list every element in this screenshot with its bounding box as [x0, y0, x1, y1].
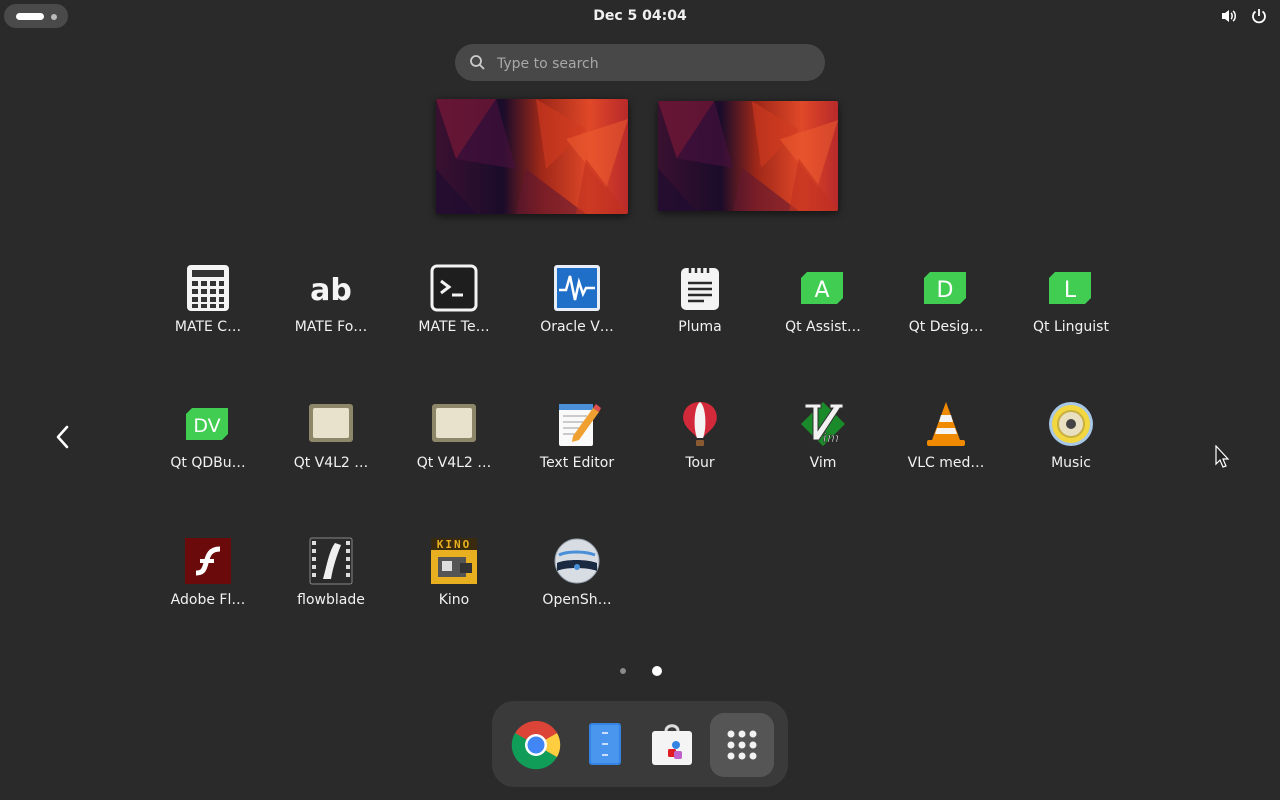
app-label: MATE C…	[174, 319, 242, 335]
vim-icon: im	[799, 400, 847, 448]
app-label: flowblade	[297, 592, 365, 608]
system-tray[interactable]	[1220, 7, 1268, 25]
app-label: MATE Fo…	[294, 319, 368, 335]
app-tile-qt-assistant[interactable]: A Qt Assist…	[764, 264, 882, 374]
app-label: Adobe Fl…	[170, 592, 246, 608]
app-label: Vim	[809, 455, 837, 471]
clock[interactable]: Dec 5 04:04	[0, 0, 1280, 32]
app-label: Text Editor	[539, 455, 615, 471]
qt-v4l2-icon	[307, 400, 355, 448]
app-tile-qt-linguist[interactable]: L Qt Linguist	[1012, 264, 1130, 374]
volume-icon[interactable]	[1220, 7, 1238, 25]
software-store-icon	[652, 724, 692, 765]
app-label: Kino	[438, 592, 470, 608]
qt-designer-icon: D	[922, 264, 970, 312]
dash	[492, 701, 788, 787]
qt-v4l2-icon	[430, 400, 478, 448]
app-tile-music[interactable]: Music	[1012, 400, 1130, 510]
qt-qdbus-icon: DV	[184, 400, 232, 448]
app-tile-qt-designer[interactable]: D Qt Desig…	[887, 264, 1005, 374]
app-label: MATE Te…	[418, 319, 490, 335]
kino-logo-text: KINO	[437, 538, 472, 551]
app-tile-adobe-flash[interactable]: Adobe Fl…	[149, 537, 267, 647]
app-label: Qt V4L2 …	[416, 455, 492, 471]
app-tile-text-editor[interactable]: Text Editor	[518, 400, 636, 510]
font-viewer-icon: ab	[307, 264, 355, 312]
app-label: Music	[1051, 455, 1091, 471]
app-label: Oracle V…	[540, 319, 614, 335]
tour-balloon-icon	[676, 400, 724, 448]
app-tile-qt-qdbusviewer[interactable]: DV Qt QDBu…	[149, 400, 267, 510]
pluma-icon	[676, 264, 724, 312]
calculator-icon	[184, 264, 232, 312]
app-tile-openshot[interactable]: OpenSh…	[518, 537, 636, 647]
page-indicator-1[interactable]	[620, 668, 626, 674]
mouse-cursor-icon	[1215, 445, 1230, 468]
app-tile-mate-terminal[interactable]: MATE Te…	[395, 264, 513, 374]
virtualbox-icon	[553, 264, 601, 312]
openshot-icon	[553, 537, 601, 585]
qt-linguist-letter: L	[1064, 278, 1077, 303]
flash-icon	[184, 537, 232, 585]
app-tile-qt-v4l2-2[interactable]: Qt V4L2 …	[395, 400, 513, 510]
app-label: Qt Desig…	[908, 319, 984, 335]
dock-google-chrome[interactable]	[504, 713, 568, 777]
app-label: Qt Assist…	[785, 319, 861, 335]
app-tile-qt-v4l2-1[interactable]: Qt V4L2 …	[272, 400, 390, 510]
page-indicator-2-active[interactable]	[652, 666, 662, 676]
files-icon	[589, 723, 621, 765]
top-bar: Dec 5 04:04	[0, 0, 1280, 32]
music-speaker-icon	[1047, 400, 1095, 448]
dock-software[interactable]	[640, 713, 704, 777]
power-icon[interactable]	[1250, 7, 1268, 25]
app-label: VLC med…	[907, 455, 985, 471]
show-apps-button[interactable]	[710, 713, 774, 777]
app-label: Qt V4L2 …	[293, 455, 369, 471]
qt-linguist-icon: L	[1047, 264, 1095, 312]
qt-assistant-letter: A	[814, 278, 829, 303]
terminal-icon	[430, 264, 478, 312]
dock-files[interactable]	[572, 713, 636, 777]
app-tile-vlc[interactable]: VLC med…	[887, 400, 1005, 510]
workspace-thumbnail-1[interactable]	[436, 99, 628, 214]
text-editor-icon	[553, 400, 601, 448]
app-label: Pluma	[678, 319, 722, 335]
svg-text:im: im	[823, 431, 840, 446]
app-tile-mate-calculator[interactable]: MATE C…	[149, 264, 267, 374]
kino-icon: KINO	[430, 537, 478, 585]
google-chrome-icon	[511, 720, 561, 770]
app-tile-pluma[interactable]: Pluma	[641, 264, 759, 374]
app-label: Qt Linguist	[1033, 319, 1109, 335]
search-icon	[470, 55, 485, 70]
app-tile-flowblade[interactable]: flowblade	[272, 537, 390, 647]
app-tile-vim[interactable]: im Vim	[764, 400, 882, 510]
app-label: Qt QDBu…	[170, 455, 246, 471]
show-apps-icon	[727, 730, 757, 760]
previous-page-arrow-icon[interactable]	[52, 424, 74, 450]
app-tile-oracle-virtualbox[interactable]: Oracle V…	[518, 264, 636, 374]
flowblade-icon	[307, 537, 355, 585]
app-tile-mate-font-viewer[interactable]: ab MATE Fo…	[272, 264, 390, 374]
app-tile-kino[interactable]: KINO Kino	[395, 537, 513, 647]
qt-assistant-icon: A	[799, 264, 847, 312]
app-label: OpenSh…	[542, 592, 612, 608]
vlc-cone-icon	[922, 400, 970, 448]
search-input[interactable]	[495, 44, 809, 83]
font-viewer-glyph: ab	[310, 273, 352, 308]
workspace-thumbnail-2[interactable]	[658, 101, 838, 211]
search-bar[interactable]	[455, 44, 825, 83]
qt-designer-letter: D	[937, 278, 954, 303]
app-label: Tour	[685, 455, 715, 471]
app-tile-tour[interactable]: Tour	[641, 400, 759, 510]
qt-qdbus-letters: DV	[193, 415, 220, 437]
